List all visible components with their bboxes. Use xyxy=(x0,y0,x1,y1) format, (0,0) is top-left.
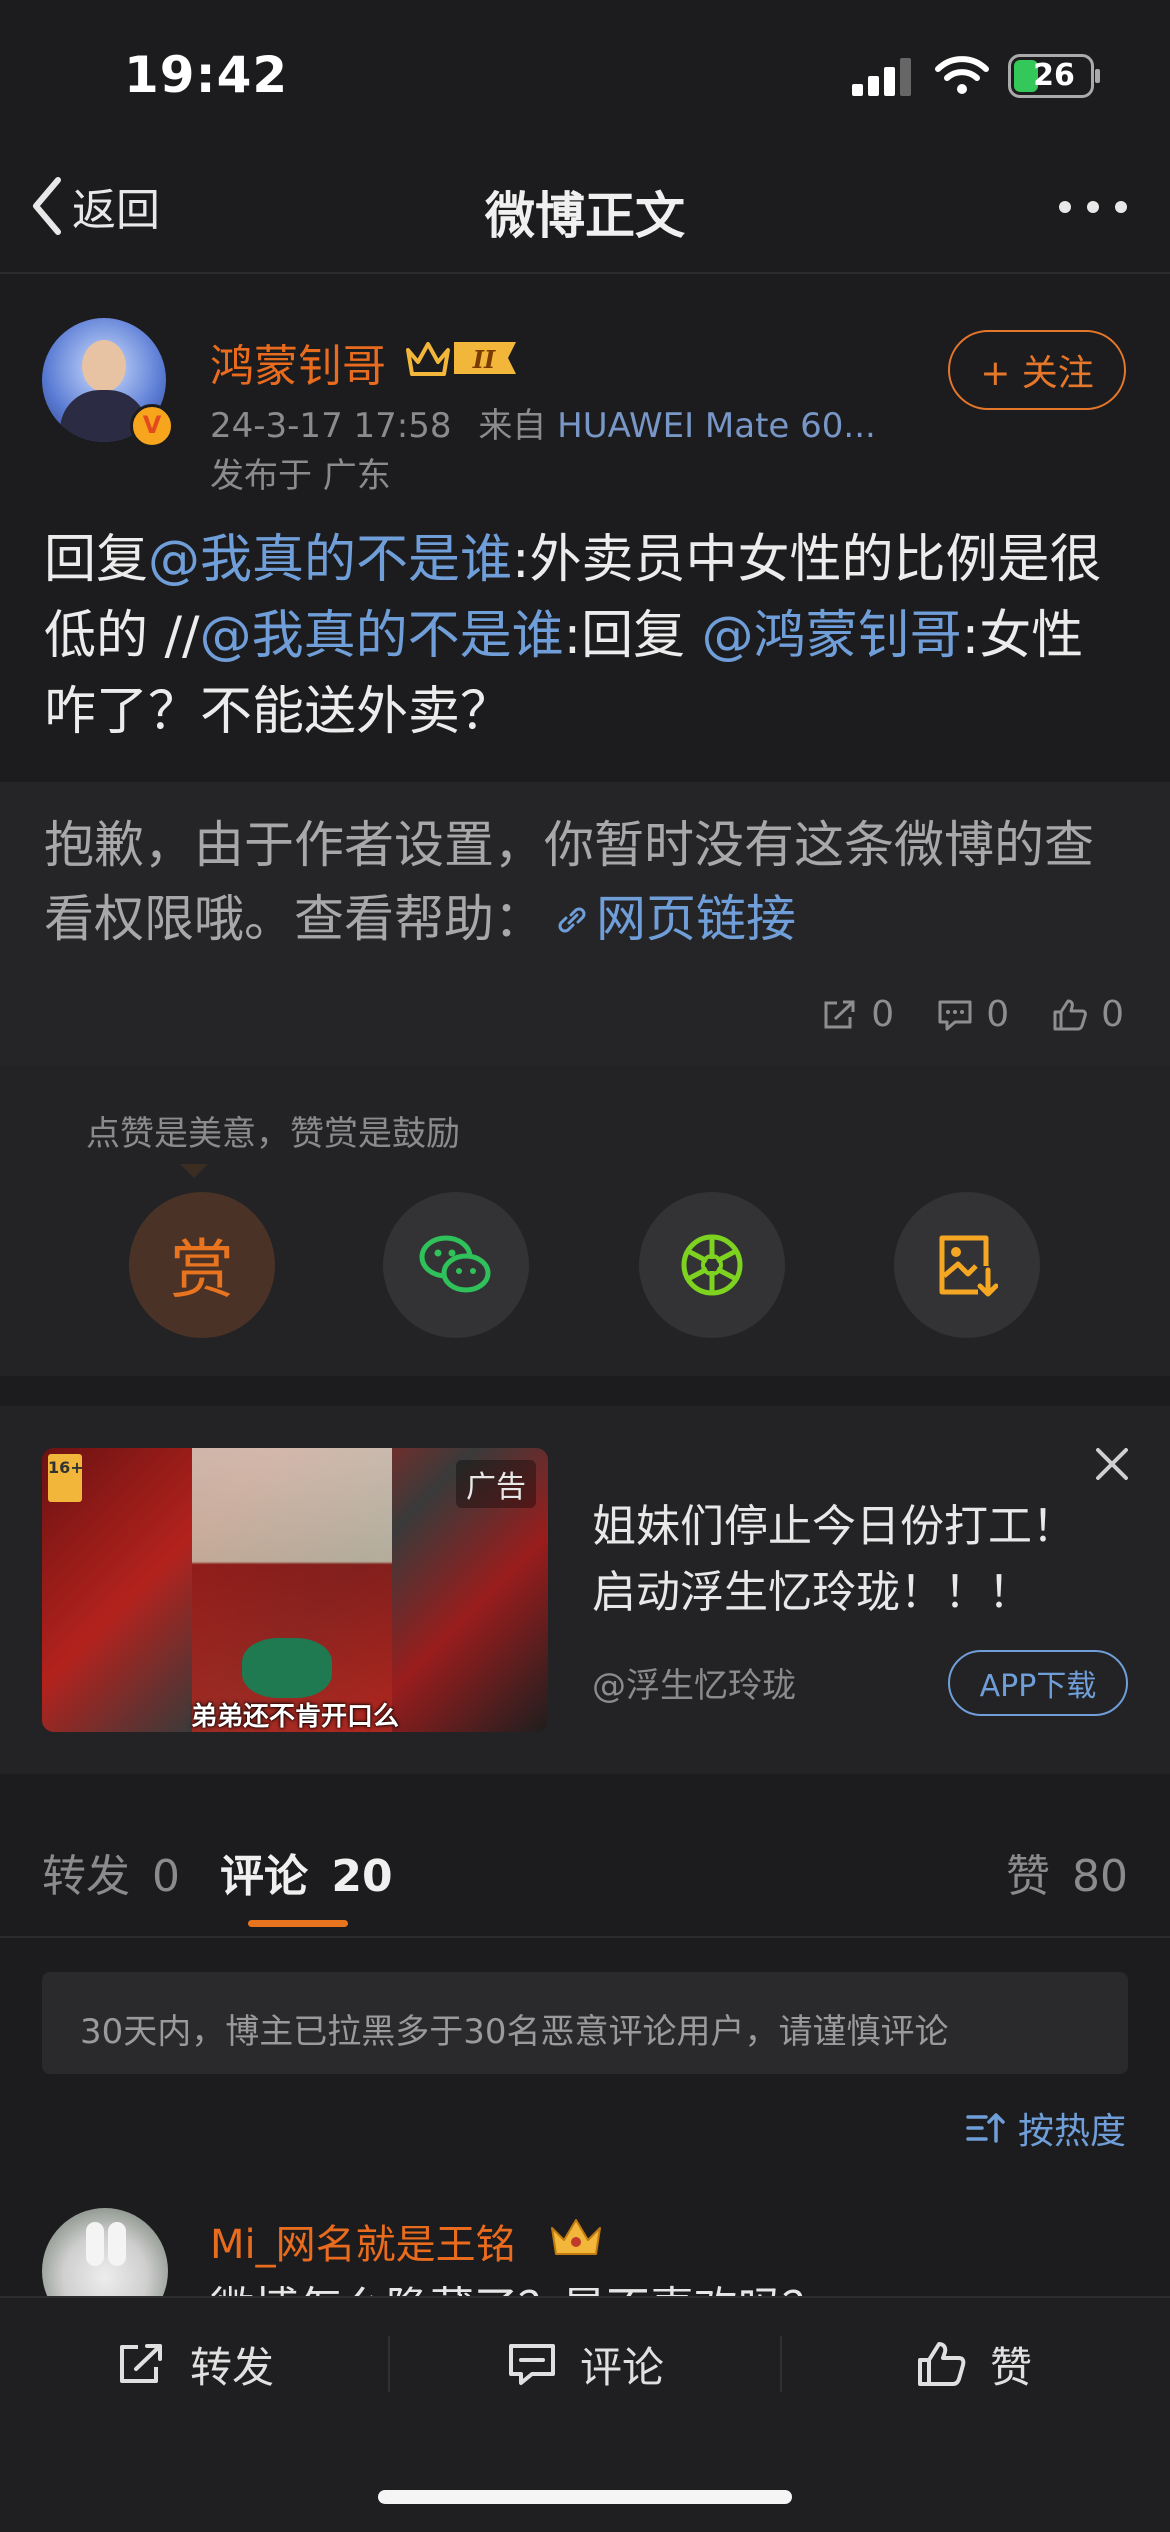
stat-comments[interactable]: 0 xyxy=(936,994,1009,1035)
tab-reposts[interactable]: 转发 0 xyxy=(42,1840,180,1904)
tab-reposts-count: 0 xyxy=(152,1851,180,1902)
reward-tip: 点赞是美意，赞赏是鼓励 xyxy=(86,1114,460,1154)
tip-caret xyxy=(180,1164,208,1178)
web-link[interactable]: 网页链接 xyxy=(544,890,796,948)
save-image-button[interactable] xyxy=(894,1192,1040,1338)
repost-stats: 0 0 0 xyxy=(779,994,1124,1035)
crown-icon xyxy=(551,2219,601,2255)
wifi-icon xyxy=(935,56,989,94)
sort-label: 按热度 xyxy=(1017,2111,1126,2152)
status-time: 19:42 xyxy=(124,46,289,104)
age-rating-badge: 16+ xyxy=(48,1454,84,1502)
author-name[interactable]: 鸿蒙钊哥 xyxy=(210,330,386,394)
post-location: 发布于 广东 xyxy=(210,456,391,496)
reposts-count: 0 xyxy=(871,994,895,1035)
verified-badge: V xyxy=(130,404,174,448)
more-icon[interactable] xyxy=(1058,200,1128,214)
moments-icon xyxy=(681,1234,743,1296)
like-label: 赞 xyxy=(990,2342,1033,2392)
share-moments-button[interactable] xyxy=(639,1192,785,1338)
tab-likes[interactable]: 赞 80 xyxy=(1006,1840,1128,1904)
bottom-divider xyxy=(780,2336,782,2392)
ad-caption: 弟弟还不肯开口么 xyxy=(190,1702,399,1732)
bottom-divider xyxy=(388,2336,390,2392)
home-indicator xyxy=(378,2490,792,2504)
tab-comments-label: 评论 xyxy=(220,1851,308,1902)
mention-link[interactable]: @鸿蒙钊哥 xyxy=(702,606,962,666)
battery-icon: 26 xyxy=(1008,54,1100,98)
header-divider xyxy=(0,272,1170,274)
ad-source[interactable]: @浮生忆玲珑 xyxy=(592,1658,796,1707)
signal-icon xyxy=(852,58,911,96)
stat-reposts[interactable]: 0 xyxy=(821,994,894,1035)
share-wechat-button[interactable] xyxy=(383,1192,529,1338)
reward-button[interactable]: 赏 xyxy=(129,1192,275,1338)
source-prefix: 来自 xyxy=(478,406,547,446)
repost-label: 转发 xyxy=(190,2342,275,2392)
comment-notice-text: 30天内，博主已拉黑多于30名恶意评论用户，请谨慎评论 xyxy=(80,2012,949,2052)
like-button[interactable]: 赞 xyxy=(916,2334,1032,2394)
comment-icon xyxy=(509,2344,555,2385)
comment-button[interactable]: 评论 xyxy=(506,2334,664,2394)
ad-image[interactable]: 16+ 广告 弟弟还不肯开口么 xyxy=(42,1448,548,1732)
battery-level: 26 xyxy=(1033,58,1075,93)
page-title: 微博正文 xyxy=(485,187,685,245)
ad-tag: 广告 xyxy=(456,1460,536,1508)
reward-label: 赏 xyxy=(170,1234,234,1308)
share-icon xyxy=(120,2344,162,2383)
active-tab-indicator xyxy=(248,1920,348,1927)
share-icon xyxy=(824,1000,855,1028)
tab-comments-count: 20 xyxy=(331,1851,393,1902)
device-name[interactable]: HUAWEI Mate 60... xyxy=(557,406,876,446)
tabs-divider xyxy=(0,1936,1170,1938)
post-meta: 24-3-17 17:58 来自 HUAWEI Mate 60... xyxy=(210,398,876,447)
crown-level-badge: II xyxy=(406,342,516,376)
thumbs-up-icon xyxy=(1053,999,1087,1030)
app-download-button[interactable]: APP下载 xyxy=(948,1650,1128,1716)
sort-by-hot-button[interactable]: 按热度 xyxy=(966,2102,1126,2154)
back-button[interactable]: 返回 xyxy=(30,176,160,236)
post-text: 回复@我真的不是谁:外卖员中女性的比例是很低的 //@我真的不是谁:回复 @鸿蒙… xyxy=(44,522,1134,750)
comments-count: 0 xyxy=(986,994,1010,1035)
close-icon[interactable] xyxy=(1092,1444,1132,1484)
follow-button[interactable]: + 关注 xyxy=(948,330,1126,410)
post-date: 24-3-17 17:58 xyxy=(210,406,452,446)
restricted-notice: 抱歉，由于作者设置，你暂时没有这条微博的查看权限哦。查看帮助： 网页链接 xyxy=(44,808,1134,956)
tab-likes-count: 80 xyxy=(1072,1851,1128,1902)
level-badge-text: II xyxy=(472,345,496,374)
save-image-icon xyxy=(939,1235,998,1297)
ad-title[interactable]: 姐妹们停止今日份打工！启动浮生忆玲珑！！！ xyxy=(592,1494,1092,1626)
commenter-name[interactable]: Mi_网名就是王铭 xyxy=(210,2212,516,2270)
tab-reposts-label: 转发 xyxy=(42,1851,130,1902)
wechat-icon xyxy=(419,1235,491,1293)
repost-button[interactable]: 转发 xyxy=(116,2334,274,2394)
likes-count: 0 xyxy=(1101,994,1124,1035)
link-icon xyxy=(558,907,586,933)
tab-likes-label: 赞 xyxy=(1006,1851,1050,1902)
comment-label: 评论 xyxy=(580,2342,665,2392)
post-text-segment: :回复 xyxy=(563,606,702,666)
comment-icon xyxy=(938,1000,972,1030)
thumbs-up-icon xyxy=(918,2342,966,2386)
back-label: 返回 xyxy=(72,185,160,236)
mention-link[interactable]: @我真的不是谁 xyxy=(148,530,512,590)
tab-comments[interactable]: 评论 20 xyxy=(220,1840,393,1904)
chevron-left-icon xyxy=(33,177,61,235)
stat-likes[interactable]: 0 xyxy=(1051,994,1124,1035)
mention-link[interactable]: @我真的不是谁 xyxy=(200,606,564,666)
post-text-segment: 回复 xyxy=(44,530,149,590)
web-link-label: 网页链接 xyxy=(596,890,796,948)
sort-icon xyxy=(966,2113,1005,2143)
